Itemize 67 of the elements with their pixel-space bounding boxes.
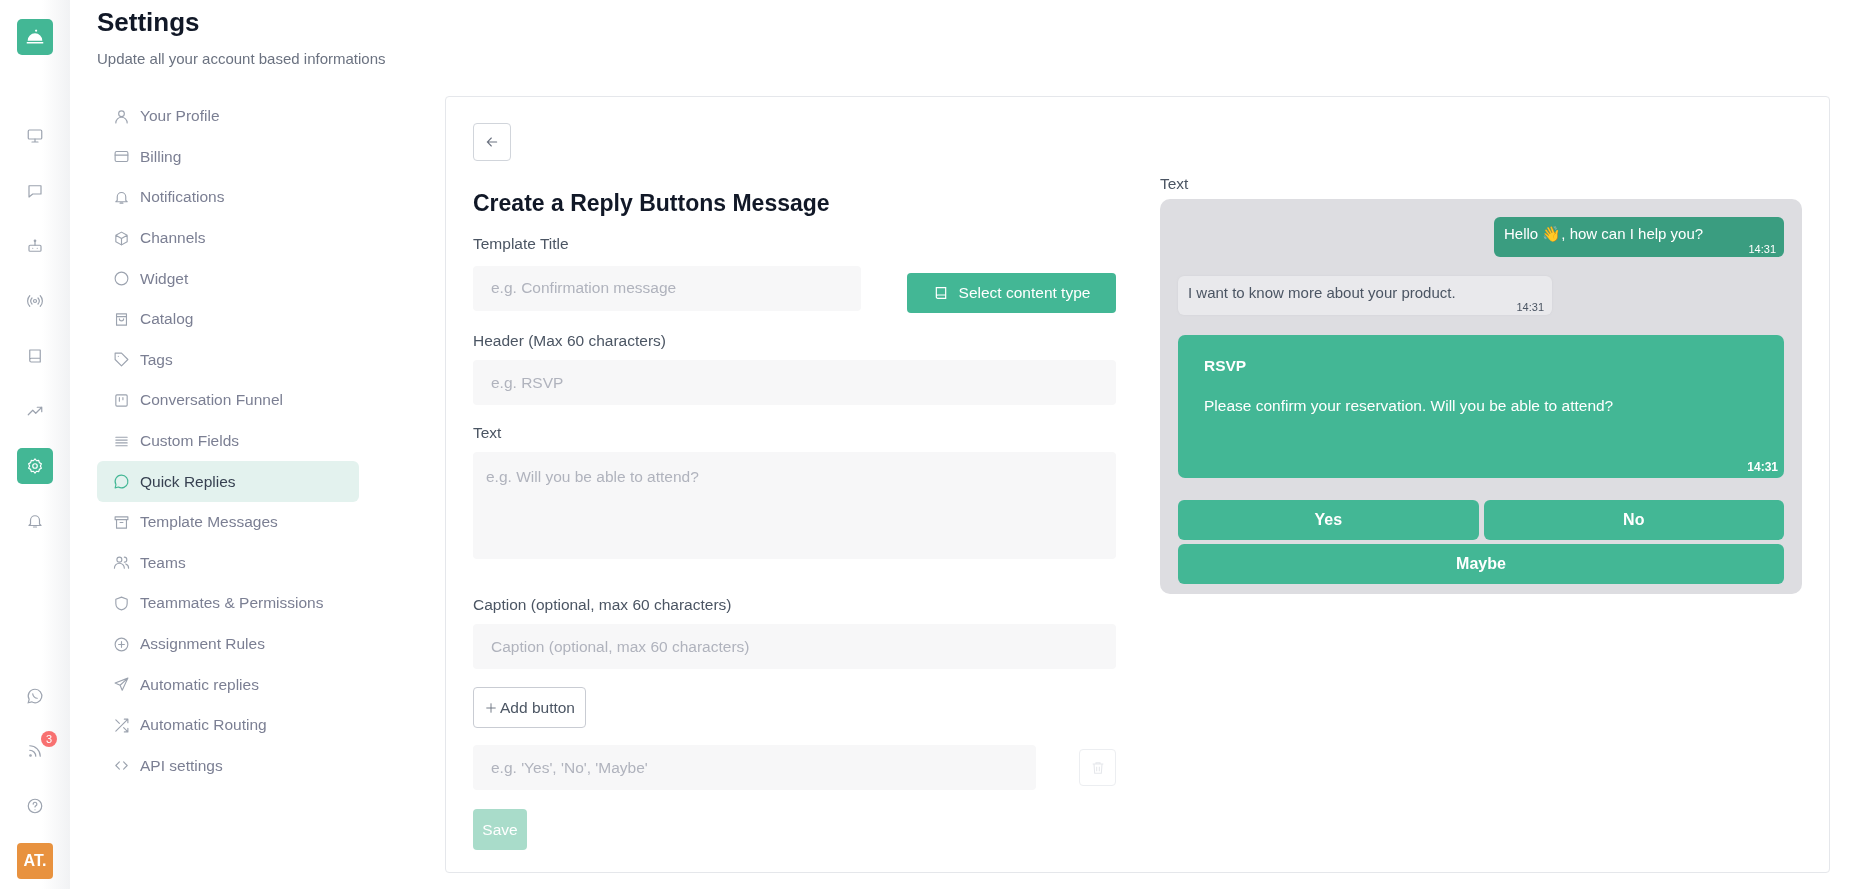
form-title: Create a Reply Buttons Message	[473, 190, 830, 217]
back-button[interactable]	[473, 123, 511, 161]
tag-icon	[113, 351, 130, 369]
plus-circle-icon	[113, 635, 130, 653]
header-field[interactable]: e.g. RSVP	[473, 360, 1116, 405]
message-time: 14:31	[1516, 301, 1544, 313]
page-title: Settings	[97, 6, 201, 38]
shuffle-icon	[113, 716, 130, 734]
archive-icon	[113, 513, 130, 531]
chat-icon	[113, 473, 130, 491]
board-icon	[113, 391, 130, 409]
settings-menu-item[interactable]: Automatic Routing	[97, 704, 359, 746]
settings-menu-item[interactable]: Custom Fields	[97, 420, 359, 462]
field-label: Text	[473, 424, 502, 442]
reply-button[interactable]: Maybe	[1178, 544, 1784, 584]
bell-logo-icon[interactable]	[17, 19, 53, 55]
settings-menu-item[interactable]: Catalog	[97, 298, 359, 340]
settings-menu-item[interactable]: Template Messages	[97, 501, 359, 543]
caption-field[interactable]: Caption (optional, max 60 characters)	[473, 624, 1116, 669]
field-label: Template Title	[473, 235, 569, 253]
arrow-left-icon	[484, 134, 500, 150]
text-field[interactable]: e.g. Will you be able to attend?	[473, 452, 1116, 559]
reply-button[interactable]: No	[1483, 500, 1784, 540]
user-avatar[interactable]: AT.	[17, 843, 53, 879]
cube-icon	[113, 229, 130, 247]
shield-icon	[113, 594, 130, 612]
button-text-field[interactable]: e.g. 'Yes', 'No', 'Maybe'	[473, 745, 1036, 790]
reply-button[interactable]: Yes	[1178, 500, 1479, 540]
message-body: Please confirm your reservation. Will you be able to attend?	[1204, 397, 1615, 415]
phone-icon[interactable]	[26, 687, 44, 705]
message-text: I want to know more about your product.	[1188, 284, 1457, 301]
message-time: 14:31	[1747, 460, 1778, 474]
person-icon	[113, 107, 130, 125]
settings-menu-item[interactable]: Assignment Rules	[97, 623, 359, 665]
bag-icon	[113, 310, 130, 328]
bell-icon	[113, 189, 130, 206]
settings-menu-item[interactable]: Automatic replies	[97, 664, 359, 705]
settings-menu-item[interactable]: Conversation Funnel	[97, 380, 359, 421]
settings-menu-item[interactable]: API settings	[97, 745, 359, 787]
settings-menu-item[interactable]: Teams	[97, 542, 359, 584]
select-content-type-button[interactable]: Select content type	[907, 273, 1116, 313]
field-label: Header (Max 60 characters)	[473, 332, 666, 350]
circle-icon	[113, 270, 130, 288]
settings-menu-item[interactable]: Channels	[97, 217, 359, 259]
delete-button[interactable]	[1079, 749, 1116, 786]
template-title-field[interactable]: e.g. Confirmation message	[473, 265, 861, 311]
gear-icon[interactable]	[17, 448, 53, 484]
message-text: Hello 👋, how can I help you?	[1504, 225, 1705, 243]
send-icon	[113, 676, 130, 694]
page-subtitle: Update all your account based informations	[97, 50, 387, 67]
settings-menu-item[interactable]: Widget	[97, 258, 359, 299]
add-button[interactable]: Add button	[473, 687, 586, 728]
rss-icon[interactable]	[26, 742, 44, 760]
message-time: 14:31	[1748, 243, 1776, 255]
field-label: Caption (optional, max 60 characters)	[473, 596, 732, 614]
message-header: RSVP	[1204, 357, 1248, 375]
settings-menu-item[interactable]: Teammates & Permissions	[97, 583, 359, 624]
settings-menu-item[interactable]: Quick Replies	[97, 461, 359, 502]
settings-menu-item[interactable]: Your Profile	[97, 96, 359, 137]
plus-icon	[484, 700, 498, 715]
settings-menu-item[interactable]: Notifications	[97, 177, 359, 218]
help-icon[interactable]	[26, 797, 44, 815]
settings-menu-item[interactable]: Billing	[97, 136, 359, 178]
people-icon	[113, 554, 130, 572]
settings-menu-item[interactable]: Tags	[97, 339, 359, 381]
preview-label: Text	[1160, 175, 1190, 194]
notification-count: 3	[41, 731, 57, 747]
